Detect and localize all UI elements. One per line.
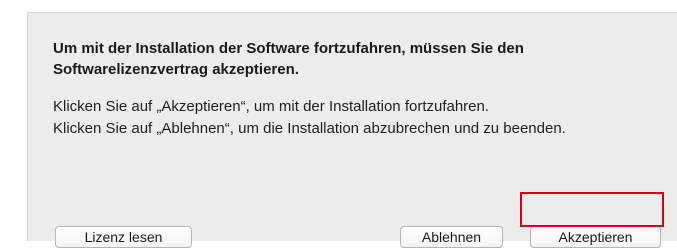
decline-button[interactable]: Ablehnen (400, 226, 503, 248)
accept-button[interactable]: Akzeptieren (530, 226, 661, 248)
message-accept-instruction: Klicken Sie auf „Akzeptieren“, um mit de… (53, 98, 490, 115)
dialog-heading: Um mit der Installation der Software for… (53, 40, 524, 78)
message-decline-instruction: Klicken Sie auf „Ablehnen“, um die Insta… (53, 120, 566, 137)
license-agreement-dialog: Um mit der Installation der Software for… (27, 12, 677, 248)
license-sheet: Um mit der Installation der Software for… (0, 0, 677, 248)
read-license-button[interactable]: Lizenz lesen (55, 226, 192, 248)
dialog-message: Klicken Sie auf „Akzeptieren“, um mit de… (53, 96, 653, 140)
